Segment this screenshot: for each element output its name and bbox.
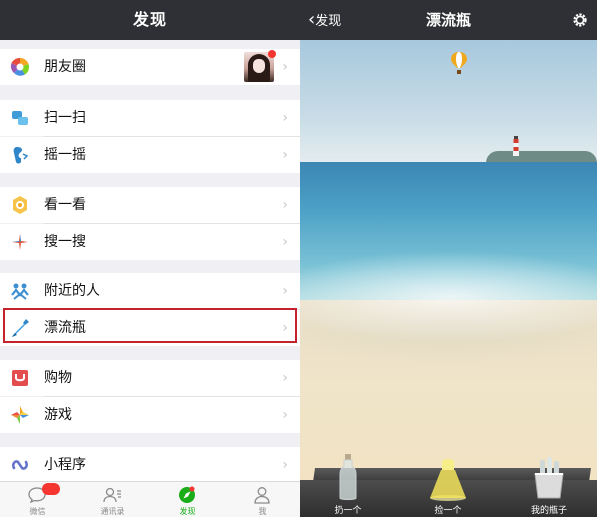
menu-item-moments[interactable]: 朋友圈 › (0, 49, 300, 85)
menu-item-label: 扫一扫 (44, 110, 86, 126)
me-person-icon (254, 487, 270, 504)
chevron-right-icon: › (282, 197, 288, 213)
tab-chats[interactable]: 微信 (0, 482, 75, 517)
tab-label: 通讯录 (100, 507, 125, 516)
menu-item-top-stories[interactable]: 看一看 › (0, 187, 300, 223)
tab-label: 发现 (179, 507, 196, 516)
tab-discover[interactable]: 发现 (150, 482, 225, 517)
bottom-tab-bar: 微信 通讯录 发现 我 (0, 481, 300, 517)
pick-bottle-icon (430, 459, 466, 501)
menu-item-label: 看一看 (44, 197, 86, 213)
menu-item-label: 搜一搜 (44, 234, 86, 250)
people-nearby-icon (11, 283, 29, 300)
menu-item-people-nearby[interactable]: 附近的人 › (0, 273, 300, 309)
chevron-right-icon: › (282, 110, 288, 126)
menu-item-games[interactable]: 游戏 › (0, 397, 300, 433)
games-icon (11, 406, 29, 424)
tab-label: 我 (258, 507, 267, 516)
hot-air-balloon (451, 52, 467, 74)
tab-contacts[interactable]: 通讯录 (75, 482, 150, 517)
new-post-dot (268, 50, 276, 58)
throw-bottle-icon (339, 454, 357, 500)
drift-bottle-highlight-frame (3, 308, 297, 343)
search-star-icon (12, 234, 28, 250)
shopping-bag-icon (12, 370, 28, 386)
discover-header: 发现 (0, 0, 300, 40)
chevron-right-icon: › (282, 147, 288, 163)
tab-label: 微信 (29, 507, 46, 516)
discover-compass-icon (179, 486, 195, 503)
top-stories-icon (13, 196, 27, 214)
action-label: 扔一个 (334, 506, 362, 516)
chevron-right-icon: › (282, 283, 288, 299)
chevron-right-icon: › (282, 234, 288, 250)
throw-bottle-button[interactable]: 扔一个 (313, 452, 383, 517)
chevron-right-icon: › (282, 457, 288, 473)
wave-foam (300, 252, 597, 342)
contacts-icon (103, 487, 121, 503)
my-bottles-button[interactable]: 我的瓶子 (514, 452, 584, 517)
discover-title: 发现 (132, 10, 167, 29)
menu-item-shake[interactable]: 摇一摇 › (0, 137, 300, 173)
pick-bottle-button[interactable]: 捡一个 (413, 452, 483, 517)
menu-item-label: 朋友圈 (44, 59, 86, 75)
menu-item-label: 摇一摇 (44, 147, 86, 163)
action-label: 我的瓶子 (530, 506, 567, 516)
menu-item-search[interactable]: 搜一搜 › (0, 224, 300, 260)
menu-item-label: 购物 (44, 370, 72, 386)
lighthouse (513, 136, 519, 156)
menu-item-mini-programs[interactable]: 小程序 › (0, 447, 300, 483)
discover-screen: 发现 朋友圈 › 扫一扫 › 摇一摇 › 看一看 › 搜一搜 › 附近的人 › … (0, 0, 300, 517)
drift-bottle-screen: ‹发现 漂流瓶 扔一个 捡一个 我的瓶子 (300, 0, 597, 517)
menu-item-scan[interactable]: 扫一扫 › (0, 100, 300, 136)
shake-icon (13, 147, 29, 164)
sky-background (300, 40, 597, 162)
moments-aperture-icon (10, 57, 30, 76)
menu-item-shopping[interactable]: 购物 › (0, 360, 300, 396)
my-bottles-bucket-icon (534, 457, 564, 499)
gear-icon[interactable] (571, 11, 589, 29)
mini-program-icon (12, 460, 28, 470)
chevron-right-icon: › (282, 407, 288, 423)
unread-badge (42, 483, 60, 495)
chevron-right-icon: › (282, 59, 288, 75)
tab-me[interactable]: 我 (225, 482, 300, 517)
menu-item-label: 小程序 (44, 457, 86, 473)
scan-icon (12, 111, 28, 125)
drift-bottle-header: ‹发现 漂流瓶 (300, 0, 597, 40)
menu-item-label: 附近的人 (44, 283, 100, 299)
action-label: 捡一个 (434, 506, 462, 516)
page-title: 漂流瓶 (425, 11, 471, 29)
chevron-right-icon: › (282, 370, 288, 386)
menu-item-label: 游戏 (44, 407, 72, 423)
